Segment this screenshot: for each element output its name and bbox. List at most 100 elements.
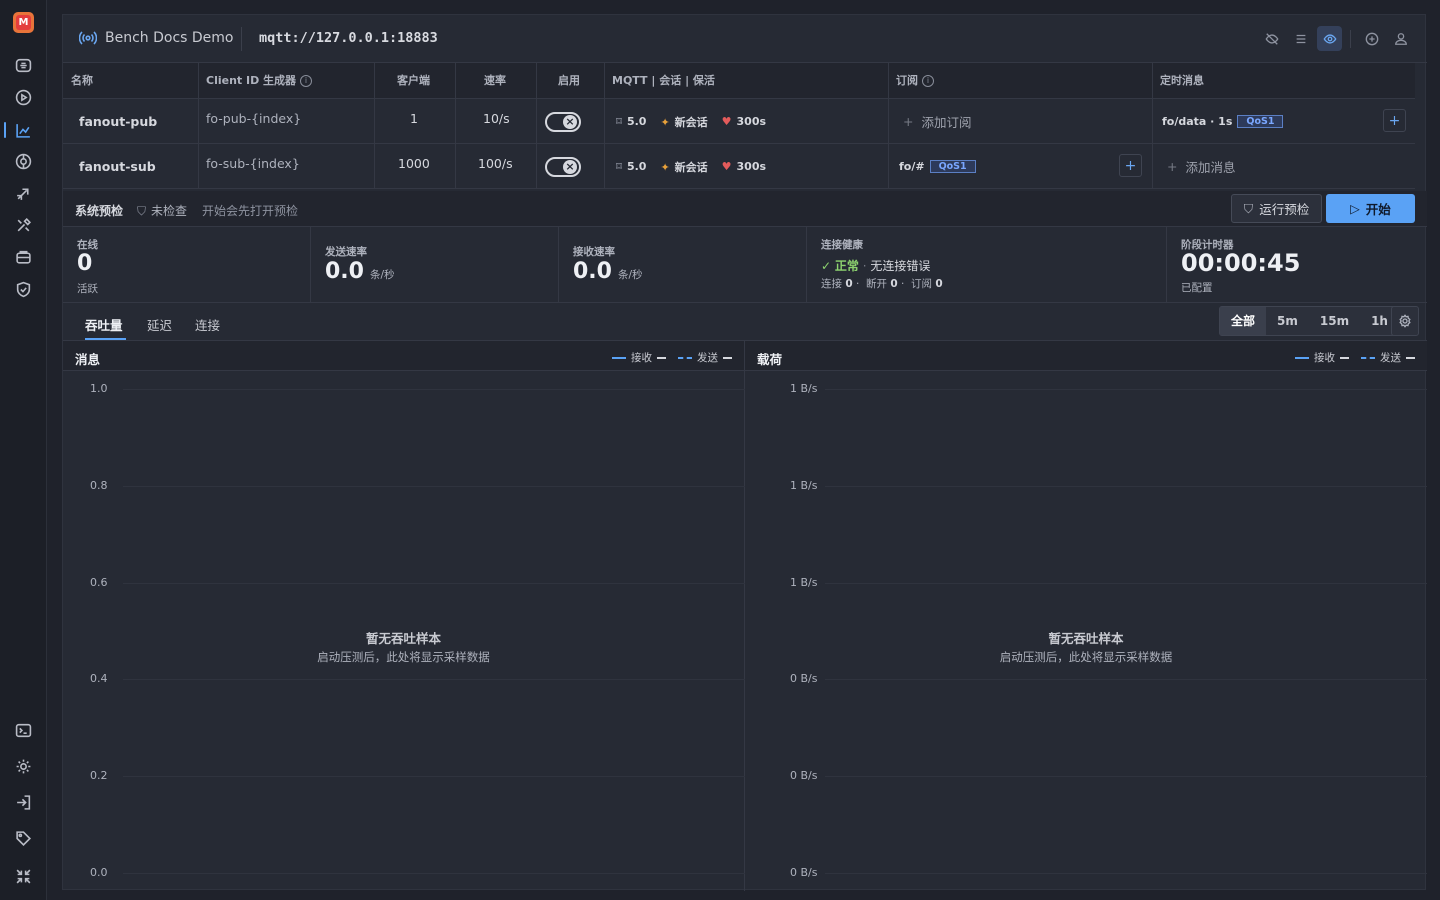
y-tick-label: 0 B/s bbox=[790, 866, 818, 879]
view-button[interactable] bbox=[1317, 26, 1342, 51]
row-client-id[interactable]: fo-pub-{index} bbox=[206, 99, 301, 144]
add-scheduled-button[interactable]: + bbox=[1383, 109, 1406, 132]
range-15m[interactable]: 15m bbox=[1309, 307, 1360, 335]
y-tick-label: 1 B/s bbox=[790, 575, 818, 589]
row-enabled-toggle[interactable]: × bbox=[545, 99, 581, 144]
broker-icon[interactable] bbox=[15, 153, 32, 170]
play-circle-icon[interactable] bbox=[15, 89, 32, 106]
range-all[interactable]: 全部 bbox=[1220, 307, 1267, 335]
list-button[interactable] bbox=[1288, 26, 1313, 51]
start-button[interactable]: ▷ 开始 bbox=[1326, 194, 1415, 223]
chart-legend: 接收 发送 bbox=[612, 350, 732, 365]
tab-throughput[interactable]: 吞吐量 bbox=[85, 315, 123, 334]
plus-icon: + bbox=[903, 114, 914, 129]
hide-button[interactable] bbox=[1259, 26, 1284, 51]
eye-icon bbox=[1323, 33, 1336, 44]
app-logo[interactable]: M bbox=[13, 12, 34, 33]
row-clients[interactable]: 1000 bbox=[398, 144, 430, 189]
payload-chart: 载荷 接收 发送 1 B/s 1 B/s 1 B/s 0 B/s 0 B/s 0 B/s … bbox=[745, 341, 1427, 891]
gridline bbox=[825, 582, 1427, 584]
qos-badge: QoS1 bbox=[1237, 115, 1284, 128]
legend-receive: 接收 bbox=[1295, 350, 1349, 365]
col-divider bbox=[604, 63, 605, 189]
y-tick-label: 0.2 bbox=[90, 769, 108, 783]
chart-header: 消息 接收 发送 bbox=[63, 341, 744, 371]
check-icon: ✓ bbox=[821, 259, 832, 273]
sidebar: M bbox=[0, 0, 47, 900]
bench-chart-icon[interactable] bbox=[15, 122, 32, 139]
add-message-button[interactable]: + 添加消息 bbox=[1167, 144, 1236, 189]
chart-header: 载荷 接收 发送 bbox=[745, 341, 1427, 371]
info-icon: i bbox=[300, 75, 313, 87]
col-divider bbox=[536, 63, 537, 189]
add-circle-button[interactable] bbox=[1359, 26, 1384, 51]
settings-icon[interactable] bbox=[15, 758, 32, 775]
empty-state-title: 暂无吞吐样本 bbox=[365, 631, 441, 646]
health-detail: 无连接错误 bbox=[870, 259, 931, 273]
bench-panel: Bench Docs Demo mqtt://127.0.0.1:18883 名… bbox=[62, 14, 1427, 891]
broadcast-icon bbox=[79, 31, 97, 45]
col-name: 名称 bbox=[71, 74, 93, 87]
tag-icon[interactable] bbox=[15, 830, 32, 847]
gridline bbox=[825, 485, 1427, 487]
preflight-hint: 开始会先打开预检 bbox=[202, 204, 299, 218]
empty-state-subtitle: 启动压测后，此处将显示采样数据 bbox=[999, 650, 1173, 664]
online-value: 0 bbox=[77, 251, 93, 276]
row-name: fanout-pub bbox=[79, 114, 158, 129]
row-clients[interactable]: 1 bbox=[410, 99, 418, 144]
stats-row: 在线 0 活跃 发送速率 0.0 条/秒 接收速率 0.0 条/秒 连接健康 ✓ 正… bbox=[63, 227, 1427, 303]
table-row[interactable]: fanout-sub fo-sub-{index} 1000 100/s × ⌑… bbox=[63, 144, 1415, 189]
add-subscription-button[interactable]: + 添加订阅 bbox=[903, 99, 972, 144]
user-button[interactable] bbox=[1388, 26, 1413, 51]
preflight-label: 系统预检 bbox=[75, 204, 124, 218]
messages-chart: 消息 接收 发送 1.0 0.8 0.6 0.4 0.2 0.0 暂无吞吐样本 启动压测后… bbox=[63, 341, 745, 891]
database-icon[interactable] bbox=[15, 249, 32, 266]
chart-settings-button[interactable] bbox=[1391, 306, 1419, 336]
publish-icon[interactable] bbox=[15, 185, 32, 202]
chart-legend: 接收 发送 bbox=[1295, 350, 1415, 365]
tab-connections[interactable]: 连接 bbox=[195, 315, 220, 334]
send-rate-value: 0.0 bbox=[325, 259, 364, 284]
play-icon: ▷ bbox=[1350, 201, 1360, 216]
row-rate[interactable]: 100/s bbox=[478, 144, 513, 189]
login-icon[interactable] bbox=[15, 794, 32, 811]
tag-icon: ⌑ bbox=[616, 160, 622, 173]
y-tick-label: 0.6 bbox=[90, 575, 108, 589]
col-divider bbox=[888, 63, 889, 189]
terminal-icon[interactable] bbox=[15, 722, 32, 739]
stat-send-rate: 发送速率 0.0 条/秒 bbox=[311, 227, 559, 303]
info-icon: i bbox=[922, 75, 934, 87]
client-group-table: 名称 Client ID 生成器 i 客户端 速率 启用 MQTT | 会话 | … bbox=[63, 63, 1415, 189]
table-header: 名称 Client ID 生成器 i 客户端 速率 启用 MQTT | 会话 | … bbox=[63, 63, 1415, 99]
preflight-bar: 系统预检 ⛉ 未检查 开始会先打开预检 ⛉ 运行预检 ▷ 开始 bbox=[63, 191, 1427, 227]
shield-icon[interactable] bbox=[15, 281, 32, 298]
legend-receive: 接收 bbox=[612, 350, 666, 365]
row-mqtt[interactable]: ⌑ 5.0 ✦ 新会话 ♥ 300s bbox=[616, 99, 766, 144]
y-tick-label: 0.8 bbox=[90, 478, 108, 492]
plus-circle-icon bbox=[1365, 32, 1378, 45]
preflight-status: ⛉ 未检查 bbox=[137, 204, 188, 218]
run-preflight-button[interactable]: ⛉ 运行预检 bbox=[1231, 194, 1322, 223]
tab-latency[interactable]: 延迟 bbox=[147, 315, 172, 334]
y-tick-label: 0.4 bbox=[90, 672, 108, 686]
tools-icon[interactable] bbox=[15, 217, 32, 234]
table-row[interactable]: fanout-pub fo-pub-{index} 1 10/s × ⌑ 5.0 … bbox=[63, 99, 1415, 144]
col-rate: 速率 bbox=[484, 74, 506, 87]
row-client-id[interactable]: fo-sub-{index} bbox=[206, 144, 300, 189]
row-rate[interactable]: 10/s bbox=[483, 99, 510, 144]
add-subscription-button[interactable]: + bbox=[1119, 154, 1142, 177]
plus-icon: + bbox=[1167, 159, 1178, 174]
close-icon: × bbox=[563, 159, 577, 174]
spark-icon: ✦ bbox=[660, 115, 670, 129]
connections-icon[interactable] bbox=[15, 57, 32, 74]
collapse-icon[interactable] bbox=[15, 868, 32, 885]
gridline bbox=[123, 389, 745, 390]
y-tick-label: 0.0 bbox=[90, 866, 108, 879]
row-enabled-toggle[interactable]: × bbox=[545, 144, 581, 189]
range-5m[interactable]: 5m bbox=[1266, 307, 1309, 335]
toolbar bbox=[1259, 26, 1413, 51]
row-mqtt[interactable]: ⌑ 5.0 ✦ 新会话 ♥ 300s bbox=[616, 144, 766, 189]
gridline bbox=[825, 873, 1427, 874]
chart-title: 载荷 bbox=[757, 352, 783, 367]
y-tick-label: 0 B/s bbox=[790, 672, 818, 686]
